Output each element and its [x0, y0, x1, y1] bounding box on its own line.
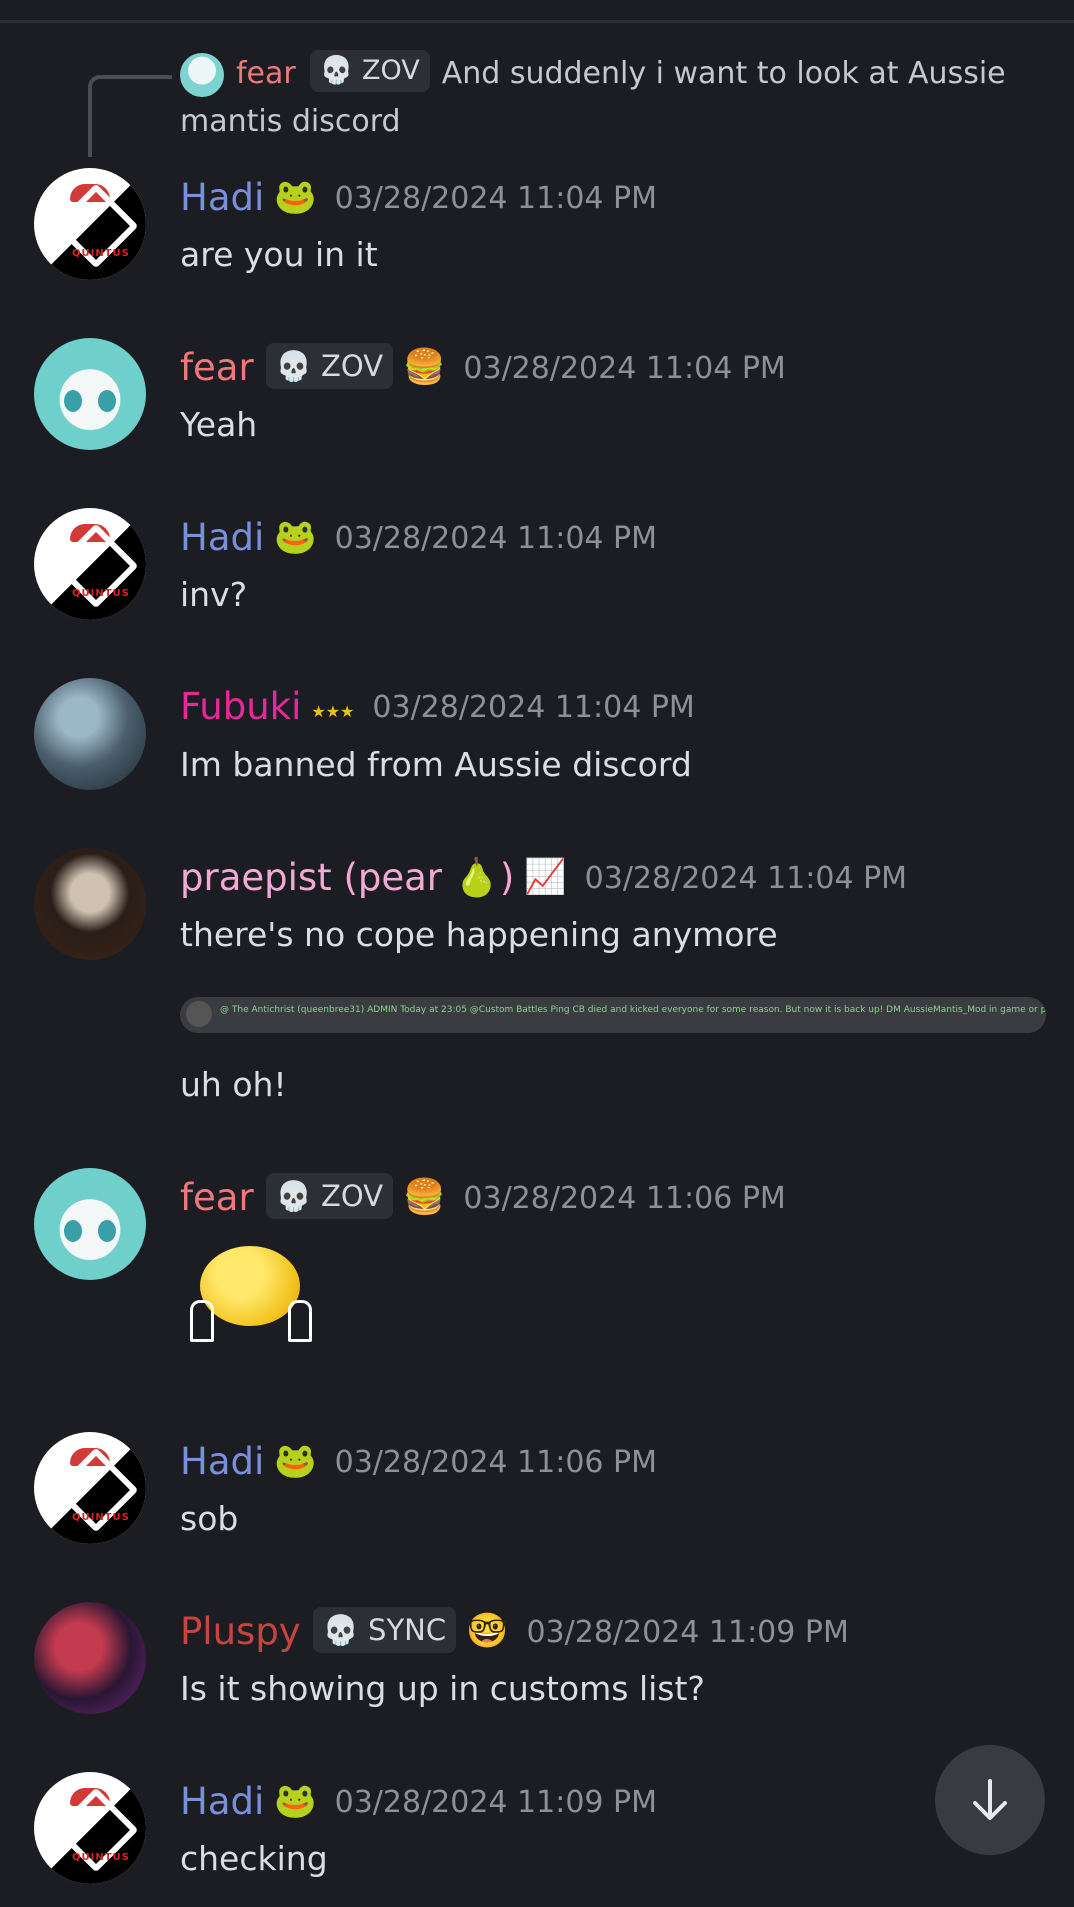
username[interactable]: Pluspy	[180, 1610, 301, 1653]
username[interactable]: praepist (pear 🍐)	[180, 856, 514, 899]
message-text: Is it showing up in customs list?	[180, 1669, 705, 1708]
frog-icon: 🐸	[274, 1781, 317, 1821]
burger-icon: 🍔	[403, 347, 446, 387]
message-header: Hadi 🐸 03/28/2024 11:04 PM	[180, 172, 657, 224]
message-header: Hadi 🐸 03/28/2024 11:04 PM	[180, 512, 657, 564]
username[interactable]: fear	[180, 346, 254, 389]
username[interactable]: Hadi	[180, 1440, 264, 1483]
hand-icon	[190, 1300, 214, 1342]
username[interactable]: Fubuki	[180, 685, 301, 728]
username[interactable]: fear	[180, 1176, 254, 1219]
embed-text: @ The Antichrist (queenbree31) ADMIN Tod…	[220, 1005, 1046, 1015]
timestamp: 03/28/2024 11:09 PM	[334, 1785, 658, 1820]
avatar[interactable]	[34, 1602, 146, 1714]
role-badge: 💀 SYNC	[312, 1607, 457, 1653]
message-text: inv?	[180, 575, 248, 614]
reply-text: And suddenly i want to look at Aussie ma…	[180, 56, 1006, 139]
message-text: Yeah	[180, 405, 258, 444]
timestamp: 03/28/2024 11:04 PM	[334, 521, 658, 556]
avatar[interactable]: QUINTUS	[34, 1772, 146, 1884]
timestamp: 03/28/2024 11:04 PM	[463, 351, 786, 386]
chart-increasing-icon: 📈	[524, 857, 567, 897]
message-text: uh oh!	[180, 1065, 287, 1104]
image-attachment[interactable]: @ The Antichrist (queenbree31) ADMIN Tod…	[180, 997, 1046, 1033]
sticker-emoji[interactable]	[190, 1240, 312, 1342]
message-header: Pluspy 💀 SYNC 🤓 03/28/2024 11:09 PM	[180, 1606, 849, 1658]
timestamp: 03/28/2024 11:04 PM	[334, 181, 658, 216]
avatar[interactable]	[34, 848, 146, 960]
avatar[interactable]: QUINTUS	[34, 168, 146, 280]
jump-to-bottom-button[interactable]	[935, 1745, 1045, 1855]
embed-avatar	[186, 1001, 212, 1027]
emoji-face-icon	[200, 1246, 300, 1326]
frog-icon: 🐸	[274, 177, 317, 217]
role-badge: 💀 ZOV	[265, 1173, 394, 1219]
timestamp: 03/28/2024 11:06 PM	[334, 1445, 658, 1480]
frog-icon: 🐸	[274, 517, 317, 557]
message-header: Fubuki ★★★ 03/28/2024 11:04 PM	[180, 682, 695, 737]
timestamp: 03/28/2024 11:04 PM	[584, 861, 908, 896]
reply-preview[interactable]: fear 💀 ZOV And suddenly i want to look at …	[180, 50, 1040, 146]
message-text: Im banned from Aussie discord	[180, 745, 692, 784]
avatar[interactable]	[34, 338, 146, 450]
message-header: Hadi 🐸 03/28/2024 11:09 PM	[180, 1776, 657, 1828]
username[interactable]: Hadi	[180, 176, 264, 219]
reply-avatar	[180, 52, 224, 97]
message-header: Hadi 🐸 03/28/2024 11:06 PM	[180, 1436, 657, 1488]
reply-badge: 💀 ZOV	[309, 50, 430, 92]
arrow-down-icon	[973, 1779, 1007, 1820]
username[interactable]: Hadi	[180, 516, 264, 559]
gold-tag-icon: ★★★	[311, 702, 355, 721]
message-text: sob	[180, 1499, 239, 1538]
avatar[interactable]	[34, 1168, 146, 1280]
top-divider	[0, 0, 1074, 23]
hand-icon	[288, 1300, 312, 1342]
timestamp: 03/28/2024 11:09 PM	[526, 1615, 849, 1650]
timestamp: 03/28/2024 11:06 PM	[463, 1181, 786, 1216]
reply-author[interactable]: fear	[236, 56, 296, 91]
message-header: fear 💀 ZOV 🍔 03/28/2024 11:04 PM	[180, 342, 786, 394]
message-text: there's no cope happening anymore	[180, 915, 778, 954]
avatar[interactable]: QUINTUS	[34, 508, 146, 620]
timestamp: 03/28/2024 11:04 PM	[372, 690, 695, 725]
username[interactable]: Hadi	[180, 1780, 264, 1823]
message-text: are you in it	[180, 235, 378, 274]
avatar[interactable]: QUINTUS	[34, 1432, 146, 1544]
message-text: checking	[180, 1839, 328, 1878]
message-header: praepist (pear 🍐) 📈 03/28/2024 11:04 PM	[180, 852, 907, 904]
avatar[interactable]	[34, 678, 146, 790]
message-header: fear 💀 ZOV 🍔 03/28/2024 11:06 PM	[180, 1172, 786, 1224]
role-badge: 💀 ZOV	[265, 343, 394, 389]
reply-connector	[88, 75, 172, 157]
nerd-face-icon: 🤓	[466, 1611, 509, 1651]
burger-icon: 🍔	[403, 1177, 446, 1217]
frog-icon: 🐸	[274, 1441, 317, 1481]
